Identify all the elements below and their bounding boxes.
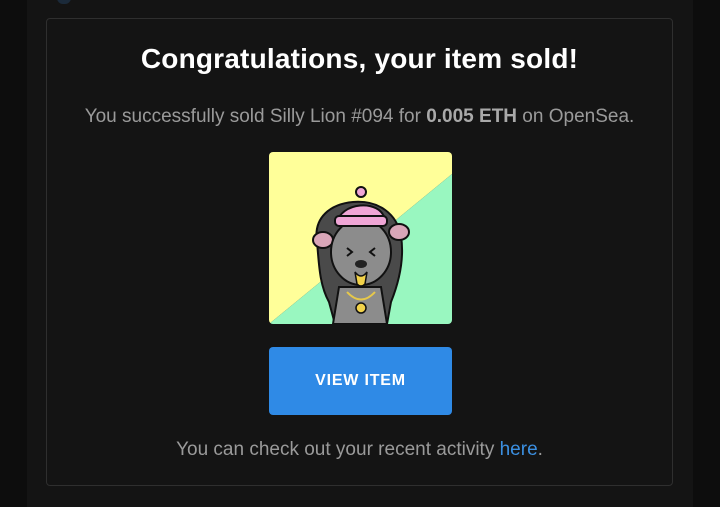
- sale-notification-card: Congratulations, your item sold! You suc…: [46, 18, 673, 486]
- sale-on-text: on: [517, 106, 549, 127]
- silly-lion-illustration: [269, 152, 452, 324]
- nft-image[interactable]: [269, 152, 452, 324]
- page-title: Congratulations, your item sold!: [140, 43, 579, 74]
- view-item-button[interactable]: VIEW ITEM: [269, 347, 452, 415]
- sale-summary: You successfully sold Silly Lion #094 fo…: [47, 106, 672, 128]
- footer-prefix: You can check out your recent activity: [176, 439, 500, 460]
- sale-prefix: You successfully sold: [84, 106, 270, 127]
- activity-footer: You can check out your recent activity h…: [47, 439, 672, 461]
- sale-suffix: .: [629, 106, 635, 127]
- activity-link[interactable]: here: [500, 439, 538, 460]
- footer-suffix: .: [537, 439, 543, 460]
- item-name: Silly Lion #094: [269, 106, 394, 127]
- sale-for-text: for: [393, 106, 427, 127]
- sale-price: 0.005 ETH: [426, 106, 518, 127]
- marketplace-name: OpenSea: [548, 106, 630, 127]
